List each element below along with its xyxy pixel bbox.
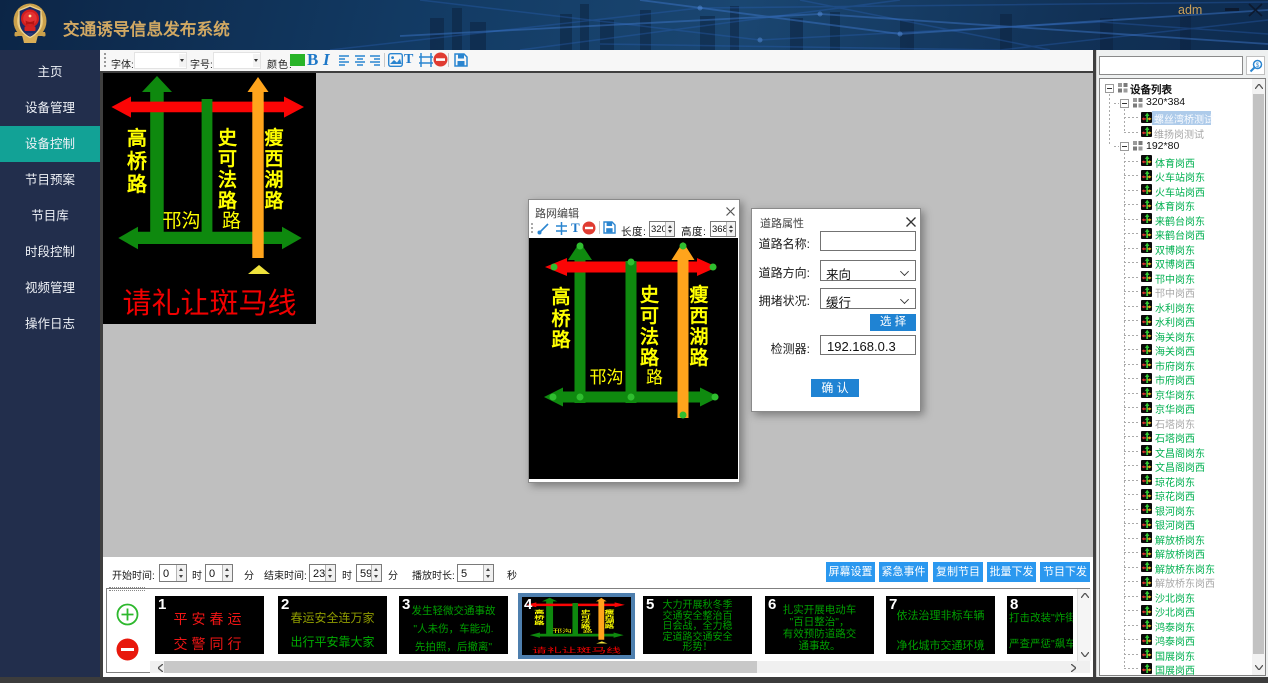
svg-text:高: 高 [534, 609, 544, 615]
svg-text:桥: 桥 [551, 307, 571, 330]
svg-text:桥: 桥 [534, 614, 544, 620]
svg-text:请礼让斑马线: 请礼让斑马线 [122, 287, 296, 320]
svg-text:西: 西 [605, 614, 615, 619]
svg-text:路: 路 [646, 368, 663, 387]
svg-text:可: 可 [581, 614, 591, 619]
svg-text:路: 路 [581, 623, 591, 629]
svg-text:路: 路 [534, 620, 546, 626]
svg-text:请礼让斑马线: 请礼让斑马线 [532, 646, 622, 654]
svg-text:法: 法 [581, 618, 591, 624]
svg-text:瘦: 瘦 [264, 126, 283, 149]
svg-text:路: 路 [640, 346, 660, 369]
svg-text:路: 路 [127, 172, 148, 196]
svg-text:史: 史 [640, 284, 660, 306]
svg-text:路: 路 [218, 189, 238, 212]
svg-text:法: 法 [640, 325, 659, 348]
svg-text:湖: 湖 [689, 326, 708, 348]
svg-text:邗沟: 邗沟 [552, 628, 571, 634]
svg-text:路: 路 [583, 628, 593, 634]
svg-text:西: 西 [689, 306, 708, 327]
svg-text:史: 史 [581, 609, 591, 615]
svg-text:邗沟: 邗沟 [590, 368, 624, 387]
svg-text:瘦: 瘦 [689, 283, 708, 306]
svg-text:路: 路 [222, 210, 241, 232]
svg-text:湖: 湖 [605, 618, 615, 624]
svg-text:路: 路 [689, 346, 709, 369]
svg-text:西: 西 [264, 149, 283, 170]
svg-text:高: 高 [551, 285, 570, 308]
svg-text:湖: 湖 [264, 169, 283, 191]
svg-text:法: 法 [218, 168, 237, 191]
svg-text:路: 路 [264, 189, 284, 212]
svg-text:路: 路 [551, 328, 571, 351]
svg-text:高: 高 [127, 126, 147, 150]
svg-text:可: 可 [640, 306, 659, 327]
svg-text:路: 路 [605, 623, 615, 629]
svg-text:史: 史 [218, 127, 238, 149]
svg-text:邗沟: 邗沟 [162, 210, 200, 232]
svg-text:可: 可 [218, 149, 237, 170]
svg-text:桥: 桥 [127, 150, 148, 173]
svg-text:瘦: 瘦 [605, 609, 615, 615]
